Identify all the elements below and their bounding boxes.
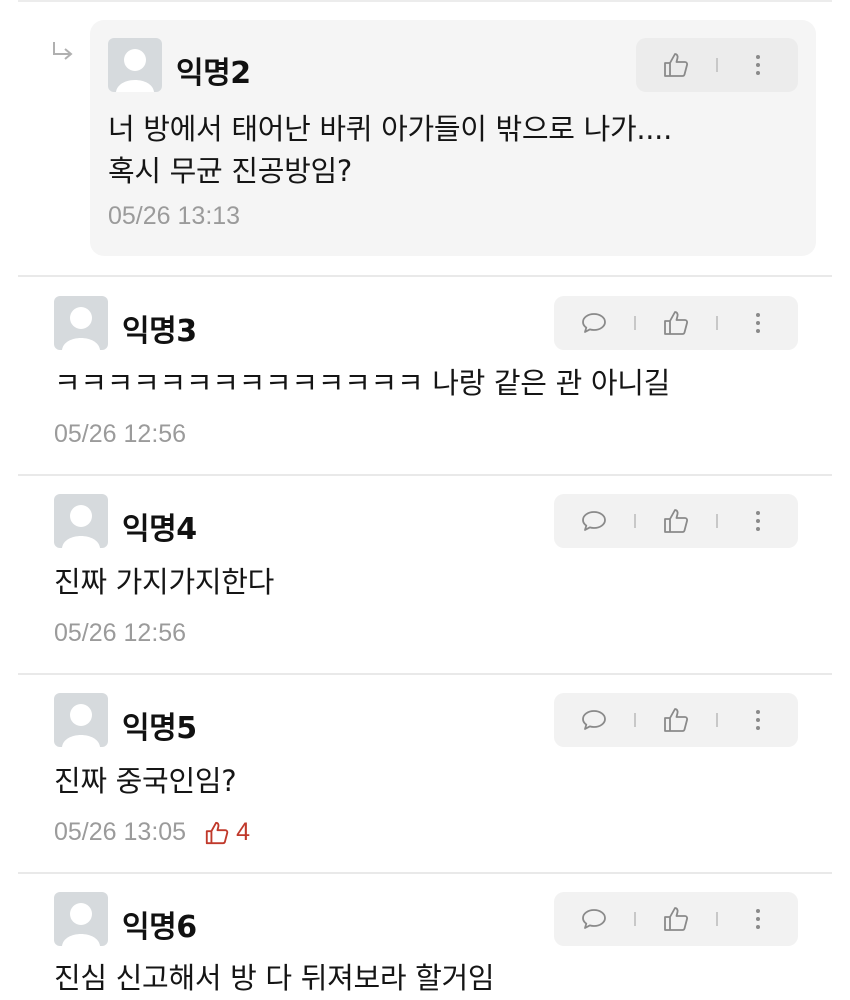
- more-button[interactable]: [738, 899, 778, 939]
- action-separator: [716, 713, 718, 727]
- comment-meta: 05/26 12:56: [54, 420, 186, 449]
- reply-comment-card: 익명2 너 방에서 태어난 바퀴 아가들이 밖으로 나가.... 혹시 무균 진…: [90, 20, 816, 256]
- comment-meta: 05/26 13:05 4: [54, 818, 250, 847]
- thumbs-up-icon: [205, 821, 229, 844]
- action-separator: [634, 713, 636, 727]
- comment-body: 진짜 중국인임?: [54, 764, 237, 798]
- like-button[interactable]: [656, 899, 696, 939]
- action-separator: [716, 316, 718, 330]
- action-separator: [634, 316, 636, 330]
- comment-body: 너 방에서 태어난 바퀴 아가들이 밖으로 나가.... 혹시 무균 진공방임?: [108, 112, 673, 188]
- thumbs-up-icon: [664, 53, 689, 77]
- vertical-ellipsis-icon: [756, 909, 760, 929]
- comment-actions: [554, 494, 798, 548]
- thumbs-up-icon: [664, 708, 689, 732]
- comment-timestamp: 05/26 13:13: [108, 202, 241, 230]
- speech-bubble-icon: [582, 710, 606, 730]
- vertical-ellipsis-icon: [756, 710, 760, 730]
- action-separator: [634, 514, 636, 528]
- like-count: 4: [236, 818, 250, 846]
- action-separator: [716, 514, 718, 528]
- avatar[interactable]: [54, 892, 108, 946]
- comment-author[interactable]: 익명3: [122, 306, 197, 350]
- comment-item: 익명5 진짜 중국인임? 05/26 13:05 4: [0, 674, 850, 872]
- thumbs-up-icon: [664, 311, 689, 335]
- comment-actions: [554, 296, 798, 350]
- avatar[interactable]: [108, 38, 162, 92]
- thumbs-up-icon: [664, 509, 689, 533]
- comment-item: 익명3 ㅋㅋㅋㅋㅋㅋㅋㅋㅋㅋㅋㅋㅋㅋ 나랑 같은 관 아니길 05/26 12:…: [0, 276, 850, 474]
- speech-bubble-icon: [582, 909, 606, 929]
- vertical-ellipsis-icon: [756, 313, 760, 333]
- vertical-ellipsis-icon: [756, 511, 760, 531]
- comment-body: 진심 신고해서 방 다 뒤져보라 할거임: [54, 961, 495, 995]
- avatar[interactable]: [54, 296, 108, 350]
- comment-item: 익명6 진심 신고해서 방 다 뒤져보라 할거임: [0, 873, 850, 1000]
- reply-button[interactable]: [574, 303, 614, 343]
- comment-actions: [554, 892, 798, 946]
- like-count-badge: 4: [204, 818, 250, 847]
- vertical-ellipsis-icon: [756, 55, 760, 75]
- reply-button[interactable]: [574, 899, 614, 939]
- speech-bubble-icon: [582, 313, 606, 333]
- comment-item: 익명4 진짜 가지가지한다 05/26 12:56: [0, 475, 850, 673]
- like-button[interactable]: [656, 501, 696, 541]
- more-button[interactable]: [738, 45, 778, 85]
- comment-author[interactable]: 익명6: [122, 902, 197, 946]
- action-separator: [634, 912, 636, 926]
- comment-body: ㅋㅋㅋㅋㅋㅋㅋㅋㅋㅋㅋㅋㅋㅋ 나랑 같은 관 아니길: [54, 366, 671, 400]
- like-button[interactable]: [656, 700, 696, 740]
- like-button[interactable]: [656, 45, 696, 85]
- comment-timestamp: 05/26 13:05: [54, 818, 187, 846]
- avatar[interactable]: [54, 693, 108, 747]
- comment-timestamp: 05/26 12:56: [54, 619, 187, 647]
- comment-author[interactable]: 익명5: [122, 703, 197, 747]
- more-button[interactable]: [738, 303, 778, 343]
- comment-timestamp: 05/26 12:56: [54, 420, 187, 448]
- speech-bubble-icon: [582, 511, 606, 531]
- top-divider: [18, 0, 832, 2]
- avatar[interactable]: [54, 494, 108, 548]
- comment-author[interactable]: 익명4: [122, 504, 197, 548]
- more-button[interactable]: [738, 501, 778, 541]
- reply-arrow-icon: [53, 42, 73, 60]
- comment-body: 진짜 가지가지한다: [54, 565, 274, 599]
- more-button[interactable]: [738, 700, 778, 740]
- comment-actions: [554, 693, 798, 747]
- comment-meta: 05/26 13:13: [108, 202, 240, 231]
- action-separator: [716, 58, 718, 72]
- like-button[interactable]: [656, 303, 696, 343]
- comment-author[interactable]: 익명2: [176, 48, 251, 92]
- reply-button[interactable]: [574, 700, 614, 740]
- comment-actions: [636, 38, 798, 92]
- action-separator: [716, 912, 718, 926]
- thumbs-up-icon: [664, 907, 689, 931]
- reply-button[interactable]: [574, 501, 614, 541]
- comment-meta: 05/26 12:56: [54, 619, 186, 648]
